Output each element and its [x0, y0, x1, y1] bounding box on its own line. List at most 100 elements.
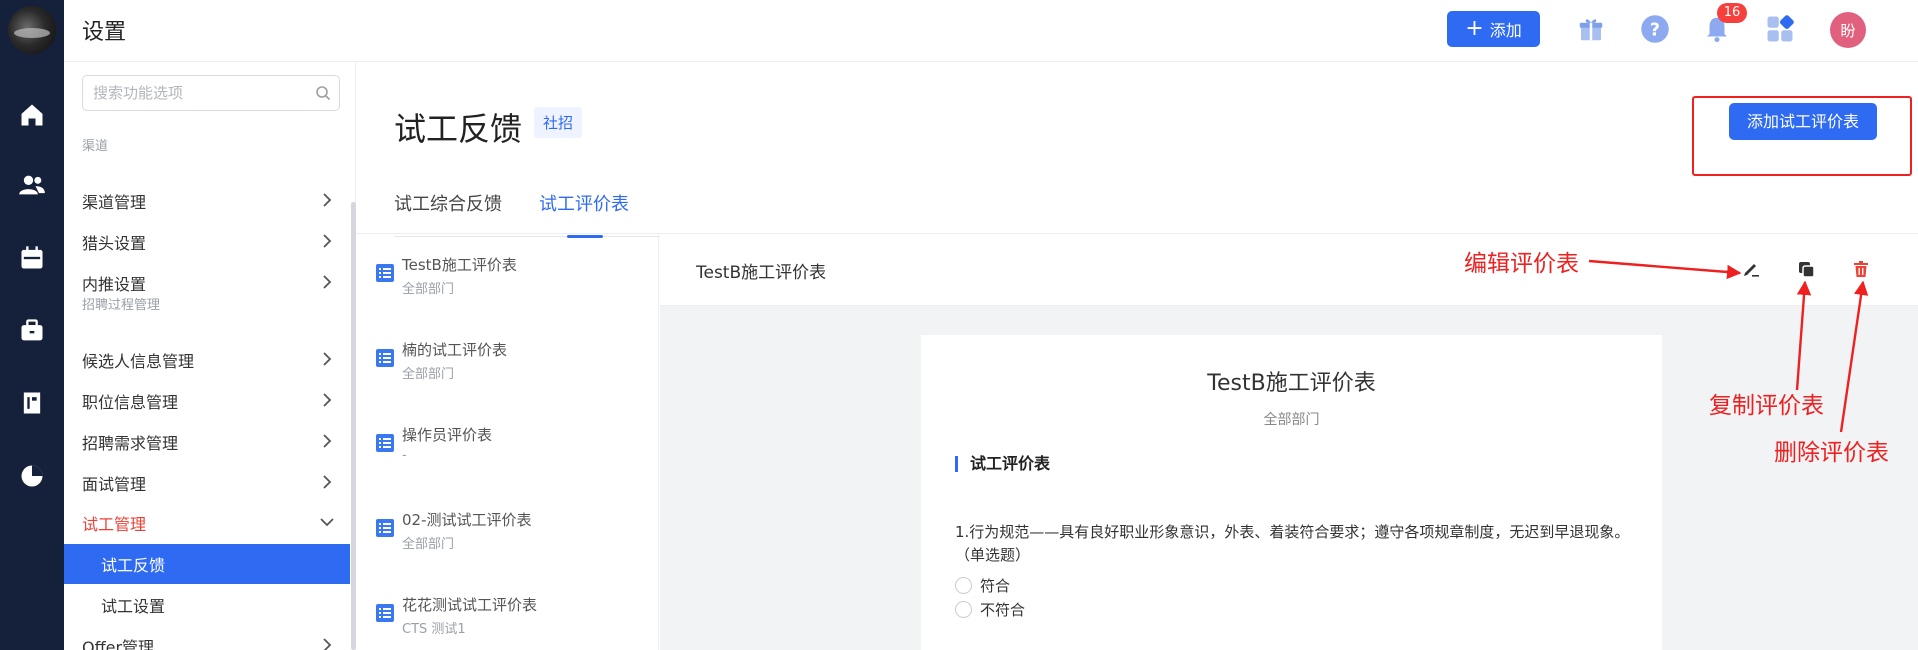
company-logo[interactable]	[8, 6, 56, 54]
chevron-right-icon	[323, 234, 332, 248]
form-list: TestB施工评价表 全部部门 楠的试工评价表 全部部门 操作员评价表 - 02…	[356, 234, 659, 650]
annotation-delete: 删除评价表	[1774, 440, 1889, 466]
chevron-right-icon	[323, 638, 332, 650]
form-dept: 全部部门	[402, 367, 455, 382]
chevron-right-icon	[323, 193, 332, 207]
gift-icon[interactable]	[1576, 14, 1606, 44]
delete-icon[interactable]	[1850, 258, 1872, 280]
search-box	[82, 75, 340, 111]
section-label-channel: 渠道	[82, 139, 109, 154]
form-name: 操作员评价表	[402, 426, 493, 444]
tab-bar: 试工综合反馈 试工评价表	[394, 190, 1894, 238]
list-doc-icon	[376, 349, 394, 367]
sidebar-item-position-info[interactable]: 职位信息管理	[64, 381, 350, 421]
list-doc-icon	[376, 604, 394, 622]
plus-icon: +	[1465, 16, 1484, 41]
form-detail-header: TestB施工评价表	[660, 234, 1918, 306]
form-list-item[interactable]: TestB施工评价表 全部部门	[376, 254, 636, 310]
notification-badge: 16	[1717, 3, 1747, 23]
sidebar-item-demand-management[interactable]: 招聘需求管理	[64, 422, 350, 462]
radio-circle[interactable]	[955, 601, 972, 618]
sidebar-item-candidate-info[interactable]: 候选人信息管理	[64, 340, 350, 380]
copy-icon[interactable]	[1795, 258, 1817, 280]
sidebar-subitem-trial-settings[interactable]: 试工设置	[64, 585, 350, 625]
list-doc-icon	[376, 264, 394, 282]
annotation-copy: 复制评价表	[1709, 393, 1824, 419]
sidebar-item-label: 候选人信息管理	[82, 352, 195, 371]
form-detail-title: TestB施工评价表	[696, 263, 827, 283]
form-preview-title: TestB施工评价表	[1207, 371, 1376, 396]
sidebar-item-headhunter-settings[interactable]: 猎头设置	[64, 222, 350, 262]
form-list-item[interactable]: 花花测试试工评价表 CTS 测试1	[376, 594, 636, 650]
chevron-right-icon	[323, 393, 332, 407]
sidebar-item-trial-management[interactable]: 试工管理	[64, 503, 350, 543]
form-list-item[interactable]: 02-测试试工评价表 全部部门	[376, 509, 636, 565]
settings-sidebar: 渠道 渠道管理 猎头设置 内推设置 招聘过程管理 候选人信息管理 职位信息管理 …	[64, 62, 356, 650]
search-icon[interactable]	[315, 85, 331, 101]
chevron-right-icon	[323, 352, 332, 366]
radio-option-label: 不符合	[980, 601, 1026, 619]
form-dept: -	[402, 448, 407, 463]
calendar-icon[interactable]	[18, 244, 46, 272]
form-list-item[interactable]: 操作员评价表 -	[376, 424, 636, 480]
main-content: 试工反馈 社招 添加试工评价表 试工综合反馈 试工评价表 TestB施工评价表 …	[356, 62, 1918, 650]
form-detail-panel: TestB施工评价表 TestB施工评价表 全部部门 试工评价表 1.行为规范—…	[660, 234, 1918, 650]
tab-trial-overall-feedback[interactable]: 试工综合反馈	[394, 190, 502, 237]
edit-icon[interactable]	[1740, 258, 1762, 280]
annotation-highlight-box	[1692, 96, 1912, 176]
tab-trial-evaluation-form[interactable]: 试工评价表	[539, 190, 629, 238]
form-preview-dept: 全部部门	[1263, 412, 1320, 428]
form-dept: 全部部门	[402, 282, 455, 297]
app-rail	[0, 0, 64, 650]
sidebar-item-label: 猎头设置	[82, 234, 147, 253]
section-label-recruit-process: 招聘过程管理	[82, 298, 161, 313]
sidebar-item-label: 招聘需求管理	[82, 434, 179, 453]
book-icon[interactable]	[18, 389, 46, 417]
home-icon[interactable]	[18, 101, 46, 129]
sidebar-item-label: Offer管理	[82, 638, 155, 650]
chevron-down-icon	[320, 518, 334, 527]
global-add-button[interactable]: + 添加	[1447, 11, 1540, 47]
sidebar-item-label: 试工设置	[101, 597, 166, 616]
briefcase-icon[interactable]	[18, 317, 46, 345]
sidebar-item-interview-management[interactable]: 面试管理	[64, 463, 350, 503]
page-title: 试工反馈	[394, 110, 523, 148]
form-dept: 全部部门	[402, 537, 455, 552]
radio-circle[interactable]	[955, 577, 972, 594]
form-preview-card: TestB施工评价表 全部部门 试工评价表 1.行为规范——具有良好职业形象意识…	[921, 335, 1662, 650]
sidebar-item-channel-management[interactable]: 渠道管理	[64, 181, 350, 221]
radio-option-label: 符合	[980, 577, 1011, 595]
help-icon[interactable]: ?	[1640, 14, 1670, 44]
sidebar-item-offer-management[interactable]: Offer管理	[64, 626, 350, 650]
user-avatar[interactable]: 盼	[1830, 12, 1866, 48]
sidebar-item-label: 试工管理	[82, 515, 147, 534]
sidebar-item-label: 面试管理	[82, 475, 147, 494]
pie-chart-icon[interactable]	[18, 462, 46, 490]
sidebar-item-label: 内推设置	[82, 275, 147, 294]
search-input[interactable]	[83, 76, 303, 110]
global-add-label: 添加	[1489, 21, 1522, 40]
radio-option[interactable]: 不符合	[955, 599, 1025, 620]
radio-option[interactable]: 符合	[955, 575, 1010, 596]
form-name: 02-测试试工评价表	[402, 511, 532, 529]
list-doc-icon	[376, 519, 394, 537]
chevron-right-icon	[323, 275, 332, 289]
form-name: TestB施工评价表	[402, 256, 517, 274]
sidebar-item-label: 渠道管理	[82, 193, 147, 212]
users-icon[interactable]	[18, 171, 46, 199]
sidebar-item-label: 试工反馈	[101, 556, 166, 575]
svg-text:?: ?	[1650, 20, 1660, 40]
sidebar-subitem-trial-feedback[interactable]: 试工反馈	[64, 544, 350, 584]
annotation-edit: 编辑评价表	[1464, 251, 1579, 277]
list-doc-icon	[376, 434, 394, 452]
form-name: 花花测试试工评价表	[402, 596, 538, 614]
form-dept: CTS 测试1	[402, 622, 466, 637]
form-section-title: 试工评价表	[955, 456, 1050, 472]
top-bar: 设置 + 添加 ? 16 盼	[64, 0, 1918, 62]
page-header-title: 设置	[82, 20, 127, 45]
page-tag: 社招	[534, 107, 583, 138]
apps-grid-icon[interactable]	[1765, 14, 1795, 44]
form-list-item[interactable]: 楠的试工评价表 全部部门	[376, 339, 636, 395]
chevron-right-icon	[323, 434, 332, 448]
form-question: 1.行为规范——具有良好职业形象意识，外表、着装符合要求；遵守各项规章制度，无迟…	[955, 523, 1630, 564]
